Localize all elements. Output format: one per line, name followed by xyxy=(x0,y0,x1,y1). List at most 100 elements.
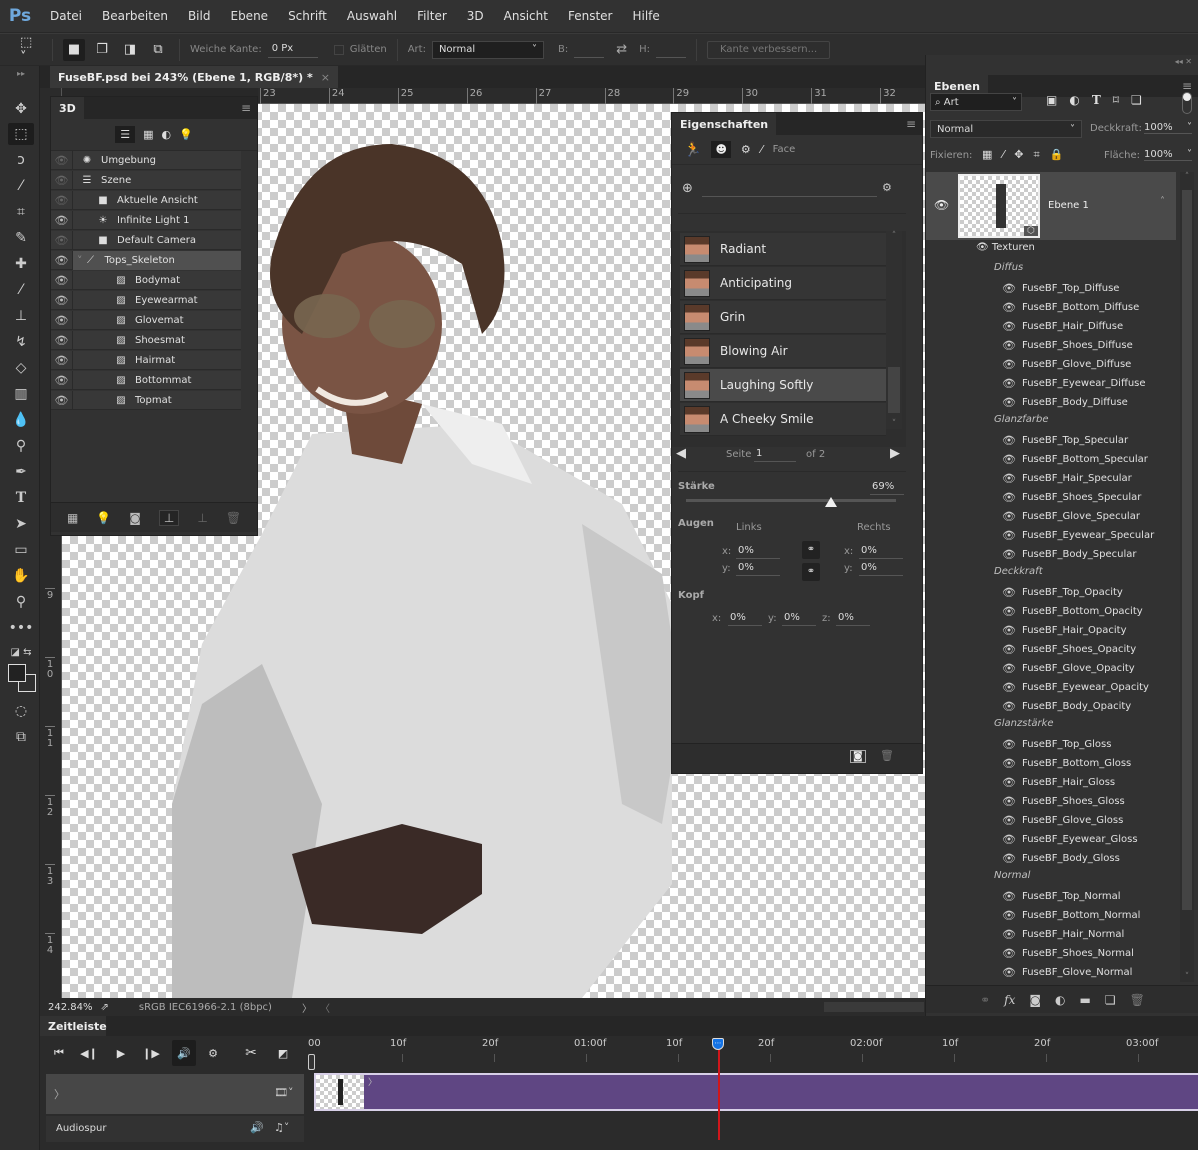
new-layer-icon[interactable]: ❏ xyxy=(1105,993,1116,1007)
texture-item[interactable]: 👁 FuseBF_Glove_Opacity xyxy=(926,659,1176,678)
menu-hilfe[interactable]: Hilfe xyxy=(622,9,669,23)
meshes-filter-icon[interactable]: ▦ xyxy=(143,128,153,141)
settings-gear-icon[interactable]: ⚙ xyxy=(882,181,892,194)
texture-item[interactable]: 👁 FuseBF_Glove_Normal xyxy=(926,963,1176,982)
audio-volume-icon[interactable]: 🔊 xyxy=(250,1121,264,1134)
eyedropper-tool-icon[interactable]: ✎ xyxy=(8,227,34,249)
3d-item-bodymat[interactable]: 👁 ▨ Bodymat xyxy=(51,270,241,290)
menu-filter[interactable]: Filter xyxy=(407,9,457,23)
new-selection-icon[interactable]: ■ xyxy=(63,38,85,61)
antialias-checkbox[interactable] xyxy=(333,44,344,55)
foreground-color-swatch[interactable] xyxy=(8,664,26,682)
add-to-selection-icon[interactable]: ❐ xyxy=(91,39,113,61)
visibility-eye-icon[interactable]: 👁 xyxy=(1002,529,1016,542)
texture-item[interactable]: 👁 FuseBF_Top_Gloss xyxy=(926,735,1176,754)
expression-scrollbar[interactable]: ˄ ˅ xyxy=(886,231,902,429)
menu-auswahl[interactable]: Auswahl xyxy=(337,9,407,23)
texture-item[interactable]: 👁 FuseBF_Eyewear_Gloss xyxy=(926,830,1176,849)
visibility-eye-icon[interactable]: 👁 xyxy=(51,330,73,350)
new-group-icon[interactable]: ▬ xyxy=(1080,993,1091,1007)
zoom-level[interactable]: 242.84% xyxy=(48,1002,93,1013)
texture-item[interactable]: 👁 FuseBF_Eyewear_Diffuse xyxy=(926,374,1176,393)
texture-item[interactable]: 👁 FuseBF_Top_Specular xyxy=(926,431,1176,450)
texture-item[interactable]: 👁 FuseBF_Glove_Diffuse xyxy=(926,355,1176,374)
status-expand-icon[interactable]: 〉 xyxy=(302,1000,312,1015)
visibility-eye-icon[interactable]: 👁 xyxy=(1002,738,1016,751)
visibility-eye-icon[interactable]: 👁 xyxy=(1002,795,1016,808)
collapse-toolbar-icon[interactable]: ▸▸ xyxy=(8,68,34,78)
clone-stamp-tool-icon[interactable]: ⊥ xyxy=(8,305,34,327)
visibility-eye-icon[interactable]: 👁 xyxy=(1002,472,1016,485)
render-icon[interactable]: ◙ xyxy=(129,511,141,525)
texture-item[interactable]: 👁 FuseBF_Top_Diffuse xyxy=(926,279,1176,298)
previous-frame-icon[interactable]: ◀❙ xyxy=(78,1042,100,1064)
settings-gear-icon[interactable]: ⚙ xyxy=(202,1042,224,1064)
expression-item[interactable]: Laughing Softly xyxy=(680,369,886,402)
first-frame-icon[interactable]: ⏮ xyxy=(48,1042,70,1064)
texture-item[interactable]: 👁 FuseBF_Hair_Specular xyxy=(926,469,1176,488)
eyes-right-x-input[interactable]: 0% xyxy=(859,545,903,559)
face-mask-icon[interactable]: ☻ xyxy=(711,141,731,158)
video-track-header[interactable]: 〉 🎞˅ xyxy=(46,1074,304,1114)
layer-filter-select[interactable]: ⌕ Art ˅ xyxy=(930,93,1022,111)
history-brush-tool-icon[interactable]: ↯ xyxy=(8,331,34,353)
close-document-icon[interactable]: × xyxy=(321,71,330,84)
visibility-eye-icon[interactable]: 👁 xyxy=(51,230,73,250)
rectangular-marquee-preset-icon[interactable]: ⬚ ˅ xyxy=(20,35,42,65)
visibility-eye-icon[interactable]: 👁 xyxy=(1002,814,1016,827)
style-select[interactable]: Normal ˅ xyxy=(431,40,544,59)
visibility-eye-icon[interactable]: 👁 xyxy=(1002,491,1016,504)
eyes-right-y-input[interactable]: 0% xyxy=(859,562,903,576)
visibility-eye-icon[interactable]: 👁 xyxy=(1002,301,1016,314)
texture-item[interactable]: 👁 FuseBF_Hair_Normal xyxy=(926,925,1176,944)
audio-mute-icon[interactable]: 🔊 xyxy=(172,1040,196,1066)
visibility-eye-icon[interactable]: 👁 xyxy=(1002,966,1016,979)
lights-filter-icon[interactable]: 💡 xyxy=(179,128,193,141)
feather-input[interactable]: 0 Px xyxy=(267,42,318,58)
music-note-icon[interactable]: ♫˅ xyxy=(274,1121,289,1134)
visibility-eye-icon[interactable]: 👁 xyxy=(51,150,73,170)
visibility-eye-icon[interactable]: 👁 xyxy=(1002,681,1016,694)
scroll-up-icon[interactable]: ˄ xyxy=(1180,172,1194,182)
expression-item[interactable]: Anticipating xyxy=(680,267,886,300)
visibility-eye-icon[interactable]: 👁 xyxy=(1002,434,1016,447)
coordinates-icon[interactable]: ⚙ xyxy=(741,143,751,156)
materials-filter-icon[interactable]: ◐ xyxy=(161,128,171,141)
remove-bone-icon[interactable]: ⊥ xyxy=(197,511,207,525)
texture-item[interactable]: 👁 FuseBF_Hair_Diffuse xyxy=(926,317,1176,336)
strength-slider-thumb[interactable] xyxy=(824,497,837,507)
layer-visibility-eye-icon[interactable]: 👁 xyxy=(934,198,949,212)
rectangular-marquee-tool-icon[interactable]: ⬚ xyxy=(8,123,34,145)
timeline-ruler[interactable]: 00 10f 20f 01:00f 10f 20f 02:00f 10f 20f 03:00f xyxy=(306,1034,1198,1064)
hand-tool-icon[interactable]: ✋ xyxy=(8,565,34,587)
visibility-eye-icon[interactable]: 👁 xyxy=(1002,662,1016,675)
texture-item[interactable]: 👁 FuseBF_Shoes_Opacity xyxy=(926,640,1176,659)
scroll-left-icon[interactable]: 〈 xyxy=(320,1000,330,1015)
work-area-start-handle[interactable] xyxy=(308,1054,315,1070)
3d-item-glovemat[interactable]: 👁 ▨ Glovemat xyxy=(51,310,241,330)
lock-position-icon[interactable]: ✥ xyxy=(1014,148,1023,162)
filter-toggle[interactable] xyxy=(1182,92,1192,114)
visibility-eye-icon[interactable]: 👁 xyxy=(1002,909,1016,922)
rectangle-tool-icon[interactable]: ▭ xyxy=(8,539,34,561)
visibility-eye-icon[interactable]: 👁 xyxy=(1002,833,1016,846)
blur-tool-icon[interactable]: 💧 xyxy=(8,409,34,431)
3d-item-aktuelle-ansicht[interactable]: 👁 ■ Aktuelle Ansicht xyxy=(51,190,241,210)
menu-datei[interactable]: Datei xyxy=(40,9,92,23)
link-eyes-y-icon[interactable]: ⚭ xyxy=(802,563,820,581)
whole-scene-filter-icon[interactable]: ☰ xyxy=(115,126,136,143)
link-eyes-x-icon[interactable]: ⚭ xyxy=(802,541,820,559)
layer-style-fx-icon[interactable]: fx xyxy=(1004,993,1015,1007)
link-layers-icon[interactable]: ⚭ xyxy=(980,993,990,1007)
pen-tool-icon[interactable]: ✒ xyxy=(8,461,34,483)
visibility-eye-icon[interactable]: 👁 xyxy=(1002,586,1016,599)
menu-3d[interactable]: 3D xyxy=(457,9,494,23)
horizontal-scrollbar[interactable] xyxy=(824,1002,924,1012)
shape-layer-filter-icon[interactable]: ⌑ xyxy=(1113,93,1119,107)
healing-brush-tool-icon[interactable]: ✚ xyxy=(8,253,34,275)
strength-input[interactable]: 69% xyxy=(870,481,904,495)
visibility-eye-icon[interactable]: 👁 xyxy=(1002,624,1016,637)
adjustment-layer-icon[interactable]: ◐ xyxy=(1055,993,1065,1007)
visibility-eye-icon[interactable]: 👁 xyxy=(1002,396,1016,409)
visibility-eye-icon[interactable]: 👁 xyxy=(51,270,73,290)
